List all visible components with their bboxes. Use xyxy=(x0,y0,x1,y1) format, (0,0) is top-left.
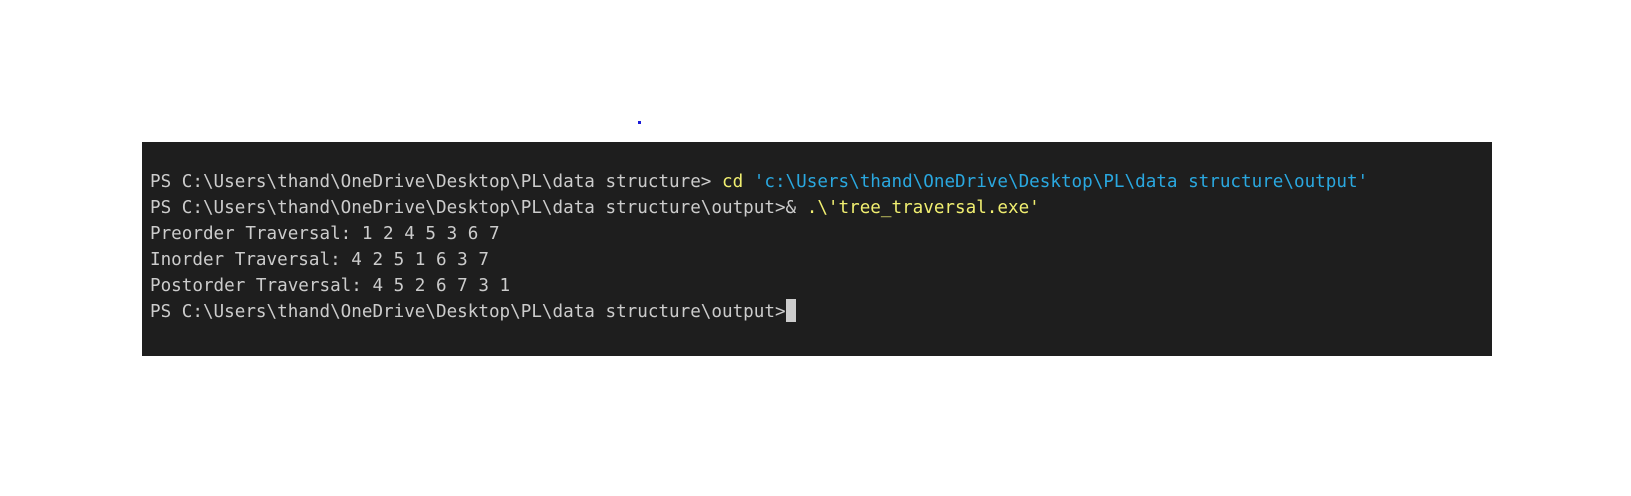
terminal-line-prompt[interactable]: PS C:\Users\thand\OneDrive\Desktop\PL\da… xyxy=(150,299,1492,325)
command-cd: cd xyxy=(722,172,744,192)
terminal-line-cd: PS C:\Users\thand\OneDrive\Desktop\PL\da… xyxy=(150,169,1492,195)
terminal-line-run: PS C:\Users\thand\OneDrive\Desktop\PL\da… xyxy=(150,195,1492,221)
output-preorder: Preorder Traversal: 1 2 4 5 3 6 7 xyxy=(150,224,500,244)
terminal-panel[interactable]: PS C:\Users\thand\OneDrive\Desktop\PL\da… xyxy=(142,142,1492,356)
output-inorder: Inorder Traversal: 4 2 5 1 6 3 7 xyxy=(150,250,489,270)
prompt: PS C:\Users\thand\OneDrive\Desktop\PL\da… xyxy=(150,302,786,322)
prompt: PS C:\Users\thand\OneDrive\Desktop\PL\da… xyxy=(150,198,807,218)
command-argument: 'c:\Users\thand\OneDrive\Desktop\PL\data… xyxy=(743,172,1369,192)
text-cursor xyxy=(785,299,796,322)
stray-dot xyxy=(638,121,641,124)
output-postorder: Postorder Traversal: 4 5 2 6 7 3 1 xyxy=(150,276,511,296)
prompt: PS C:\Users\thand\OneDrive\Desktop\PL\da… xyxy=(150,172,722,192)
command-run-exe: .\'tree_traversal.exe' xyxy=(806,198,1040,218)
